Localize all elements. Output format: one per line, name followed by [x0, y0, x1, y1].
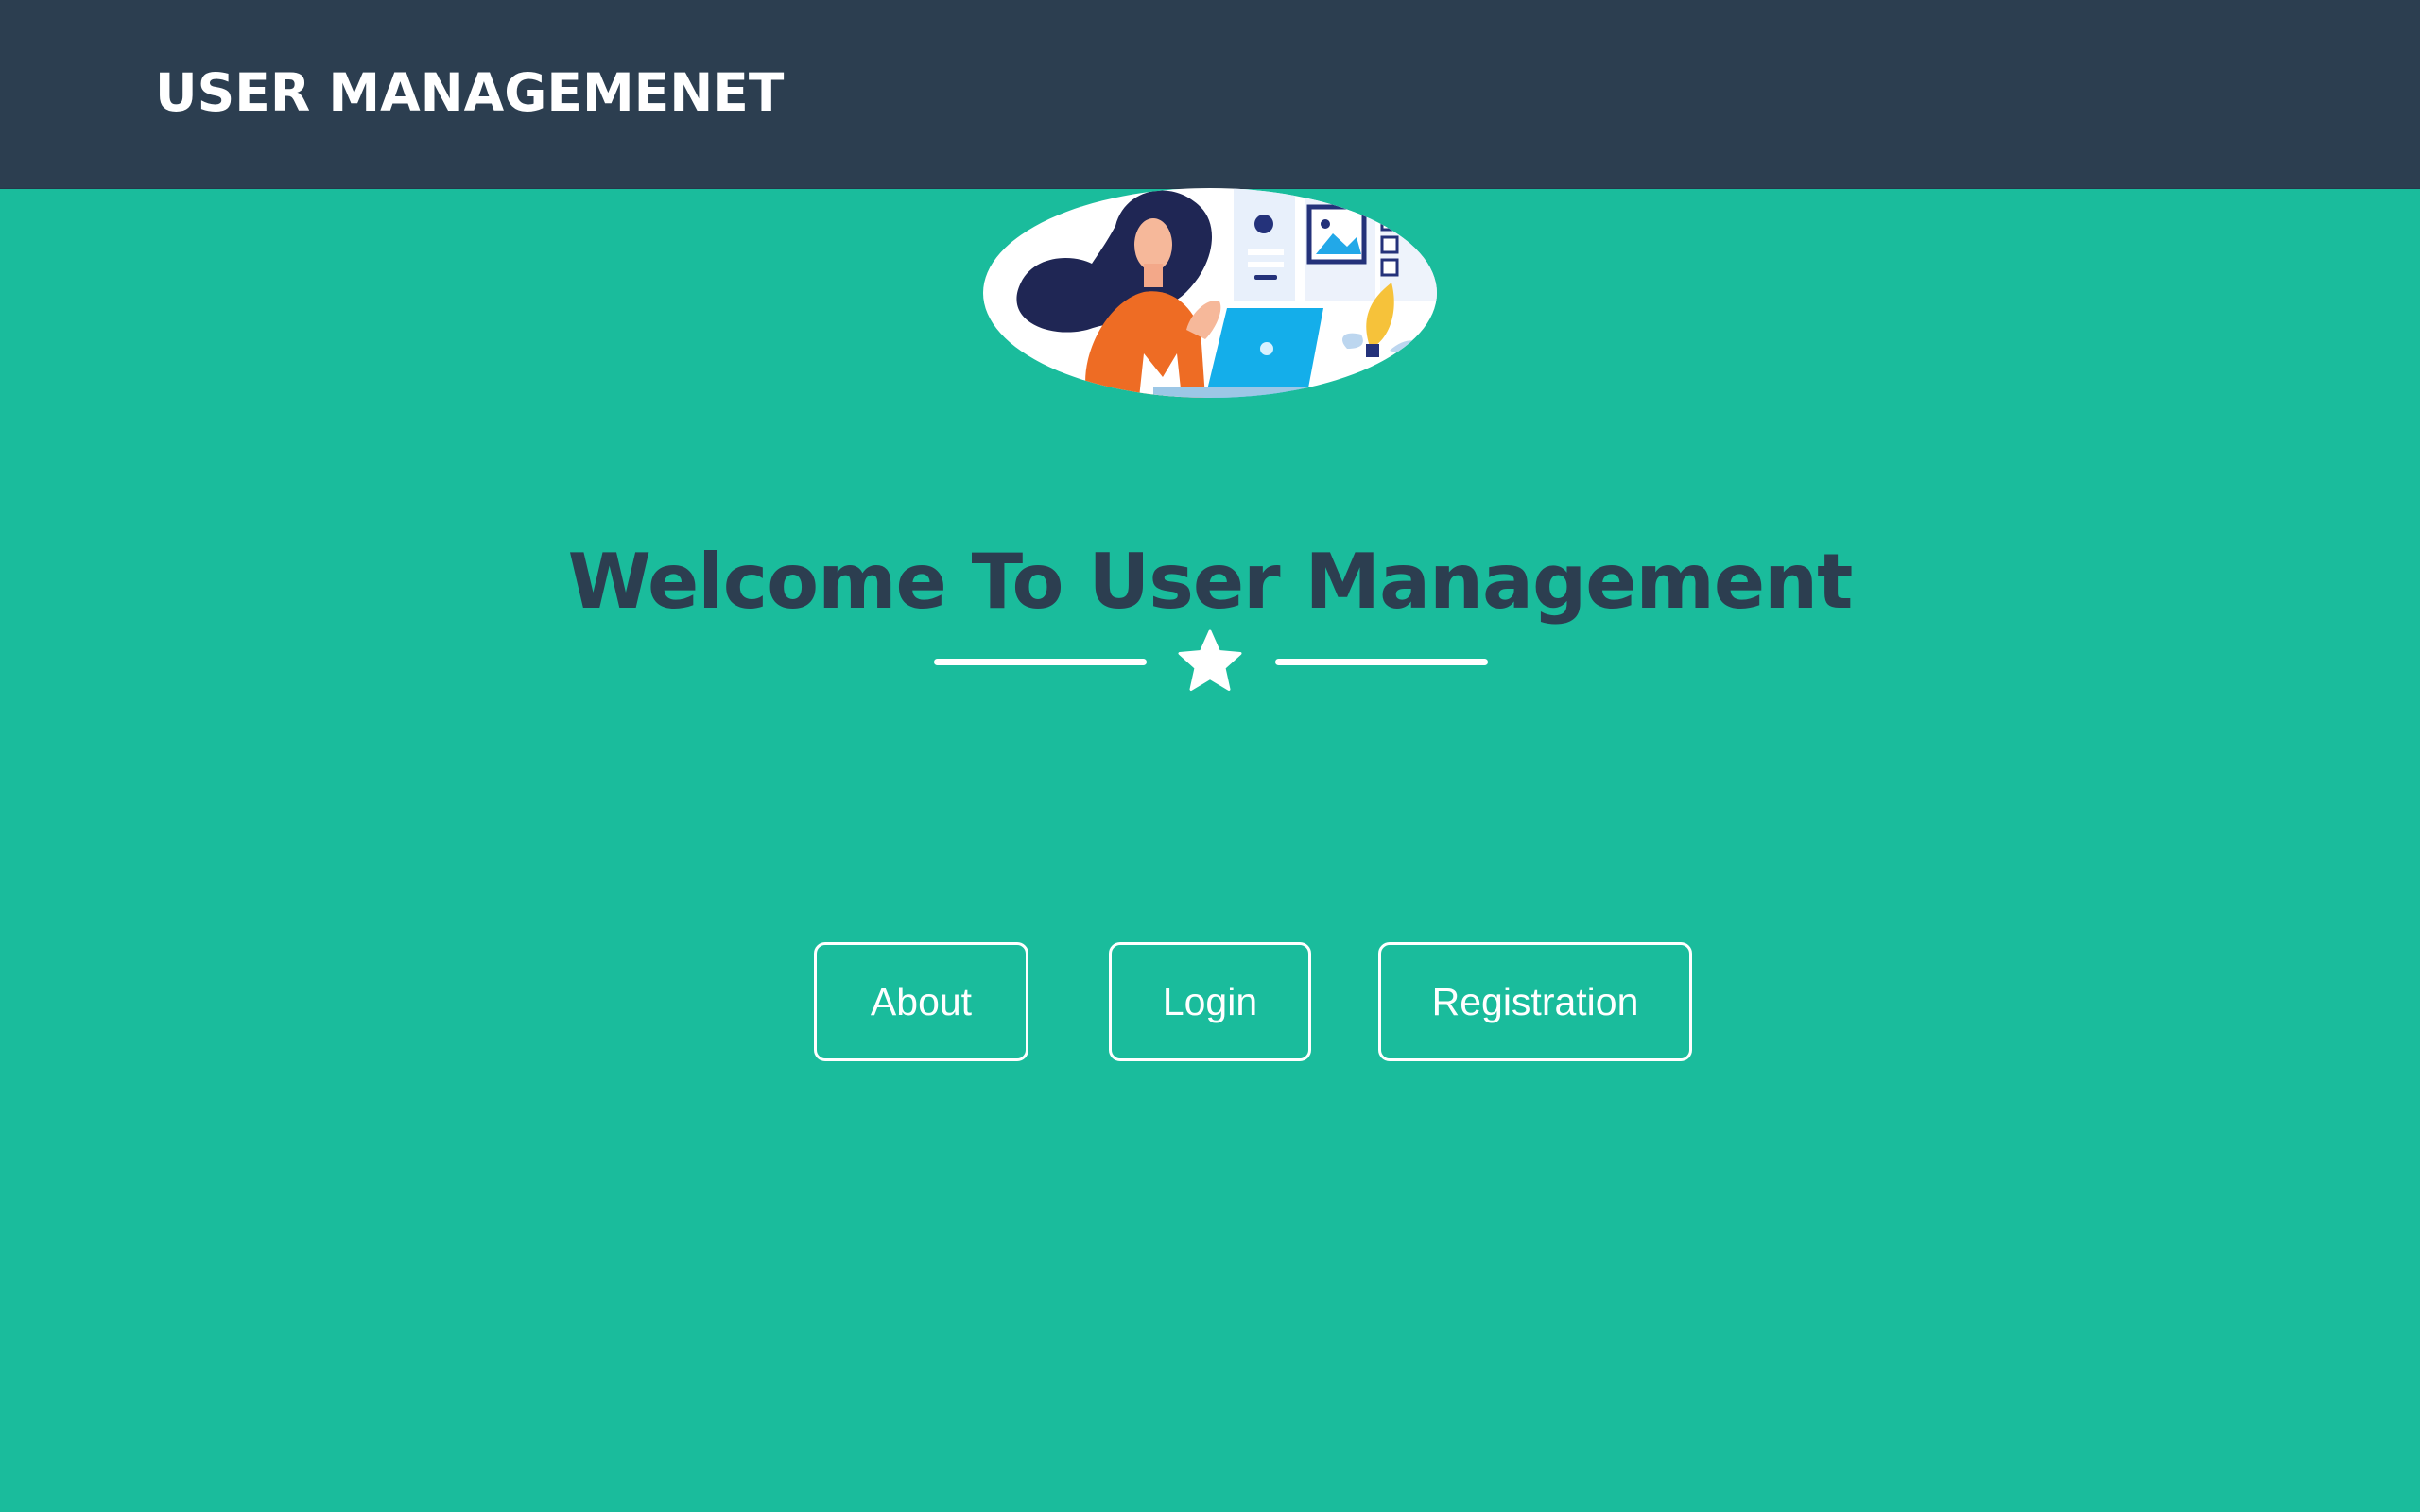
registration-button[interactable]: Registration	[1378, 942, 1692, 1061]
top-navbar: USER MANAGEMENET	[0, 0, 2420, 189]
welcome-heading: Welcome To User Management	[567, 537, 1854, 626]
about-button[interactable]: About	[814, 942, 1028, 1061]
divider-line-right	[1275, 659, 1488, 665]
star-icon	[1178, 629, 1242, 691]
star-divider	[934, 626, 1488, 701]
login-button[interactable]: Login	[1109, 942, 1311, 1061]
divider-line-left	[934, 659, 1147, 665]
avatar-illustration	[983, 188, 1437, 398]
brand-link[interactable]: USER MANAGEMENET	[155, 59, 784, 127]
